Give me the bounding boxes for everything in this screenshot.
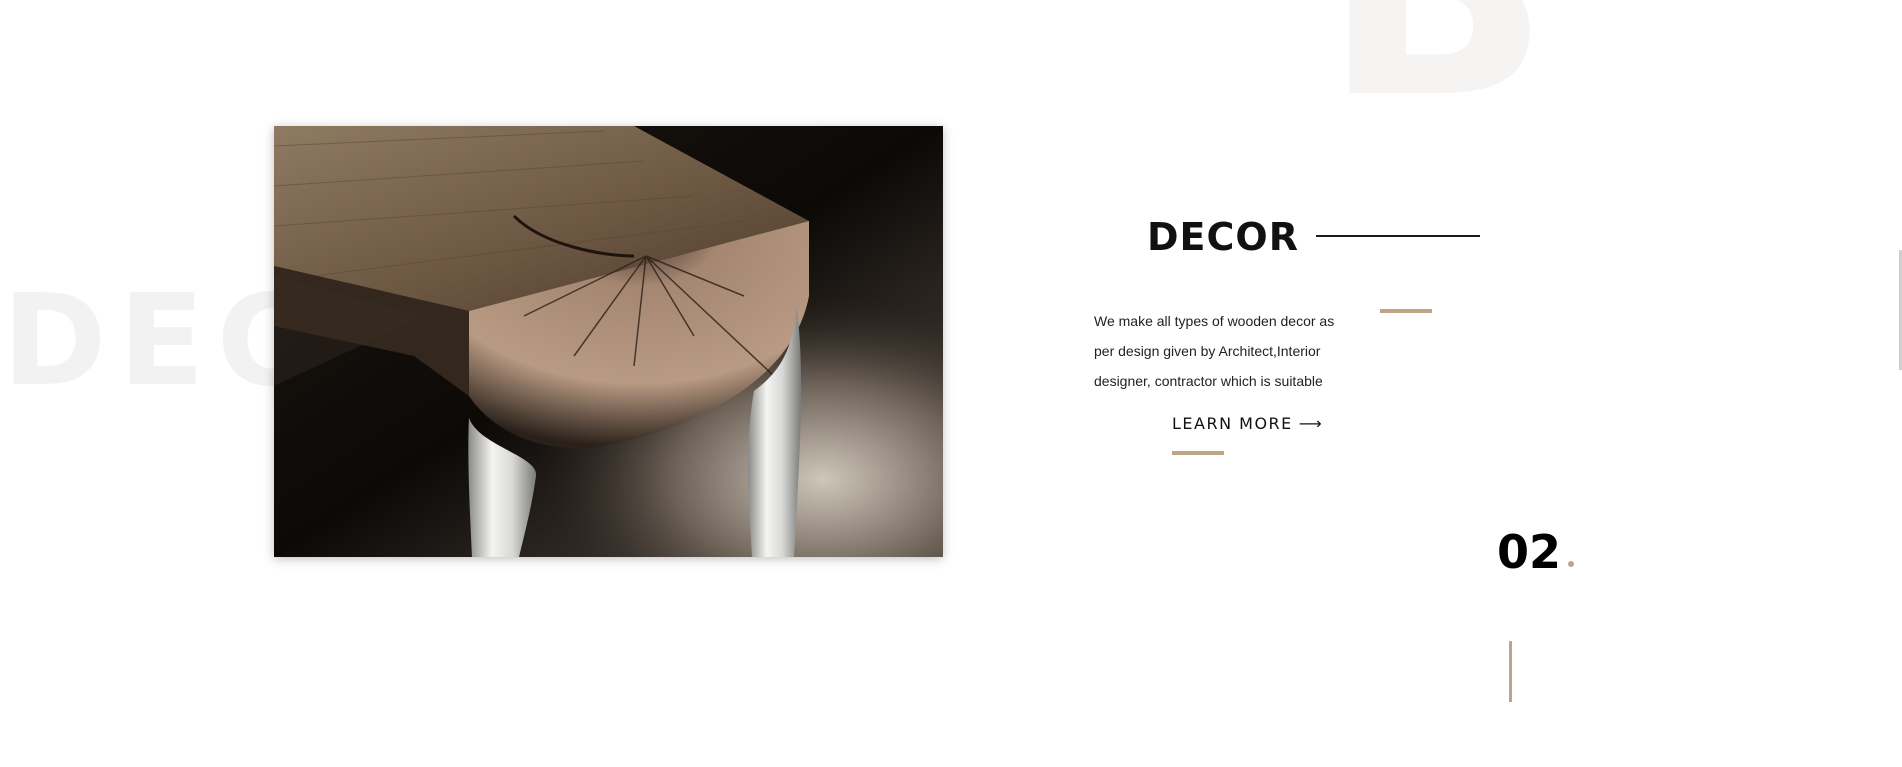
background-letter-watermark: B <box>1322 0 1551 140</box>
learn-more-link[interactable]: LEARN MORE ⟶ <box>1172 410 1323 438</box>
vertical-accent-line <box>1509 641 1512 702</box>
learn-more-label: LEARN MORE <box>1172 414 1293 433</box>
decor-section: B DECOR <box>0 0 1902 767</box>
section-description: We make all types of wooden decor as per… <box>1094 313 1335 389</box>
accent-bar <box>1380 309 1432 313</box>
bench-illustration <box>274 126 943 557</box>
slide-dot <box>1568 561 1574 567</box>
slide-number: 02 <box>1497 525 1562 579</box>
title-divider <box>1316 235 1480 237</box>
section-title: DECOR <box>1147 215 1299 259</box>
feature-image <box>274 126 943 557</box>
learn-more-underline <box>1172 451 1224 455</box>
arrow-right-icon: ⟶ <box>1298 414 1324 433</box>
